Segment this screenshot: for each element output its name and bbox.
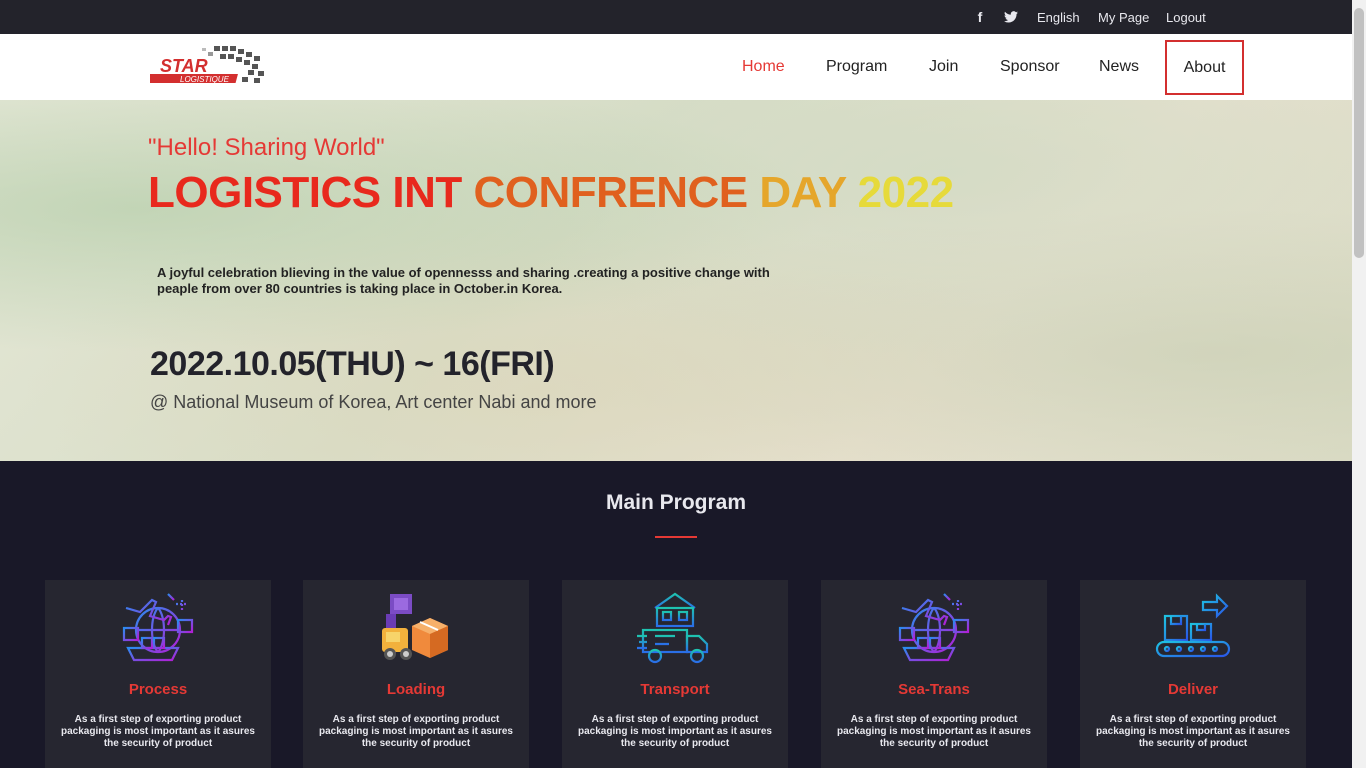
program-card-sea-trans[interactable]: Sea-Trans As a first step of exporting p… — [821, 580, 1047, 768]
nav-sponsor[interactable]: Sponsor — [1000, 34, 1060, 100]
hero-banner: "Hello! Sharing World" LOGISTICS INT CON… — [0, 100, 1352, 461]
card-description: As a first step of exporting product pac… — [578, 714, 772, 749]
star-logistique-logo[interactable]: STAR LOGISTIQUE — [143, 44, 270, 90]
svg-text:LOGISTIQUE: LOGISTIQUE — [180, 75, 230, 84]
event-venue: @ National Museum of Korea, Art center N… — [150, 392, 597, 412]
nav-join[interactable]: Join — [929, 34, 958, 100]
headline-part-3: DAY — [759, 168, 858, 217]
card-title: Loading — [386, 681, 446, 698]
forklift-box-icon — [376, 588, 456, 668]
language-link[interactable]: English — [1037, 0, 1080, 34]
scrollbar-thumb[interactable] — [1354, 8, 1364, 258]
program-card-transport[interactable]: Transport As a first step of exporting p… — [562, 580, 788, 768]
my-page-link[interactable]: My Page — [1098, 0, 1149, 34]
top-utility-bar: f English My Page Logout — [0, 0, 1352, 34]
headline-part-2: CONFRENCE — [473, 168, 760, 217]
card-title: Deliver — [1167, 681, 1219, 698]
program-card-process[interactable]: Process As a first step of exporting pro… — [45, 580, 271, 768]
headline-part-1: LOGISTICS INT — [148, 168, 474, 217]
twitter-icon[interactable] — [1002, 0, 1020, 34]
card-title: Transport — [640, 681, 710, 698]
event-dates: 2022.10.05(THU) ~ 16(FRI) — [150, 345, 555, 383]
logout-link[interactable]: Logout — [1166, 0, 1206, 34]
conveyor-boxes-icon — [1153, 588, 1233, 668]
card-description: As a first step of exporting product pac… — [61, 714, 255, 749]
page-scrollbar[interactable] — [1352, 0, 1366, 768]
program-card-loading[interactable]: Loading As a first step of exporting pro… — [303, 580, 529, 768]
hero-description: A joyful celebration blieving in the val… — [157, 265, 770, 296]
nav-program[interactable]: Program — [826, 34, 887, 100]
nav-home[interactable]: Home — [742, 34, 785, 100]
nav-news[interactable]: News — [1099, 34, 1139, 100]
program-card-deliver[interactable]: Deliver As a first step of exporting pro… — [1080, 580, 1306, 768]
card-description: As a first step of exporting product pac… — [837, 714, 1031, 749]
nav-about[interactable]: About — [1165, 40, 1244, 95]
card-title: Process — [128, 681, 188, 698]
hero-greeting: "Hello! Sharing World" — [148, 134, 385, 161]
globe-ship-plane-icon — [894, 588, 974, 668]
facebook-icon[interactable]: f — [972, 0, 988, 34]
svg-text:STAR: STAR — [160, 56, 208, 76]
warehouse-truck-icon — [635, 588, 715, 668]
card-description: As a first step of exporting product pac… — [319, 714, 513, 749]
title-divider — [655, 536, 697, 538]
card-title: Sea-Trans — [898, 681, 970, 698]
main-navbar: STAR LOGISTIQUE Home Program Join Sponso… — [0, 34, 1352, 100]
headline-part-4: 2022 — [857, 168, 954, 217]
main-program-section: Main Program Process As a first step of … — [0, 461, 1352, 768]
hero-headline: LOGISTICS INT CONFRENCE DAY 2022 — [148, 168, 954, 218]
section-title: Main Program — [605, 491, 747, 514]
card-description: As a first step of exporting product pac… — [1096, 714, 1290, 749]
globe-ship-plane-icon — [118, 588, 198, 668]
